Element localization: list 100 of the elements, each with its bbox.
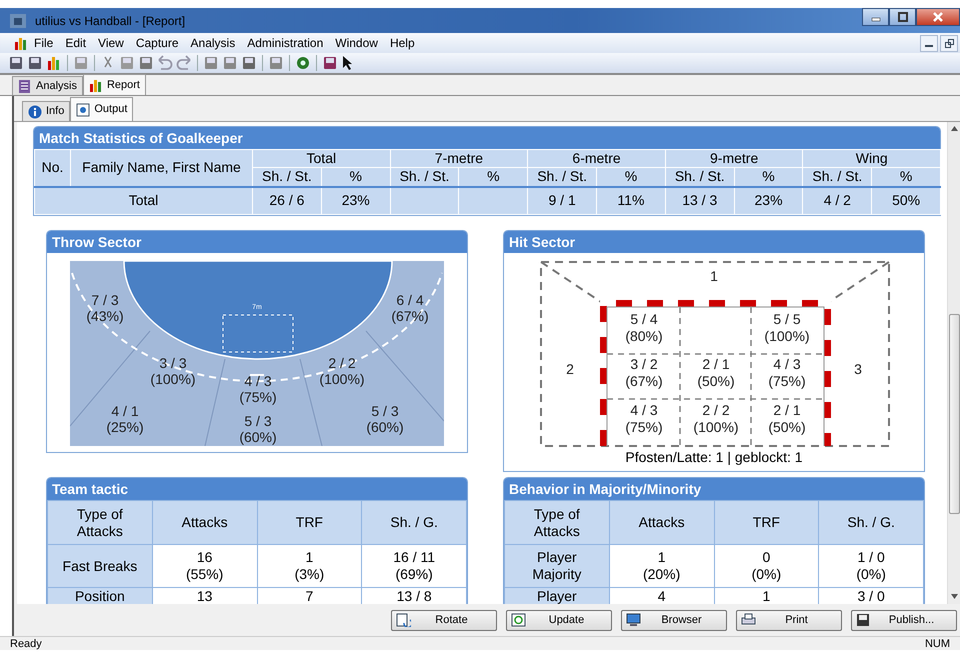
sector-percent: (60%) xyxy=(239,429,277,445)
app-icon xyxy=(10,14,26,28)
save-button[interactable]: Publish... xyxy=(851,610,957,630)
card-title: Hit Sector xyxy=(504,231,924,253)
zone-label: 1 xyxy=(710,268,718,284)
column-header: % xyxy=(458,168,528,186)
column-header: Sh. / St. xyxy=(528,168,597,186)
column-header: Attacks xyxy=(609,500,714,544)
zone-value: 3 / 2 xyxy=(630,356,658,372)
tab[interactable]: Output xyxy=(70,97,134,121)
column-header: TRF xyxy=(257,500,362,544)
rotate-icon xyxy=(396,613,411,627)
zone-value: 2 / 1 xyxy=(702,356,730,372)
sector-value: 5 / 3 xyxy=(371,403,399,419)
table-cell: 1 (3%) xyxy=(257,544,362,588)
menu-item[interactable]: Capture xyxy=(130,34,185,52)
column-header: Sh. / St. xyxy=(252,168,322,186)
menu-item[interactable]: Help xyxy=(384,34,421,52)
document-icon xyxy=(18,80,32,92)
zone-value: 5 / 5 xyxy=(773,311,801,327)
zone-percent: (100%) xyxy=(693,419,739,435)
table-cell: 1 (20%) xyxy=(609,544,714,588)
sector-value: 4 / 1 xyxy=(111,403,139,419)
zone-value: 2 / 2 xyxy=(702,402,730,418)
scroll-down-icon xyxy=(950,594,958,599)
refresh-button[interactable]: Update xyxy=(506,610,612,630)
printer-button[interactable]: Print xyxy=(736,610,842,630)
sector-percent: (100%) xyxy=(319,371,365,387)
printer-icon xyxy=(741,613,756,627)
row-header: Position xyxy=(48,588,152,604)
table-cell: 26 / 6 xyxy=(252,186,322,214)
table-cell: 11% xyxy=(596,186,666,214)
column-header: Sh. / G. xyxy=(362,500,466,544)
column-header: Attacks xyxy=(152,500,257,544)
tab[interactable]: Analysis xyxy=(12,76,83,95)
menu-item[interactable]: File xyxy=(28,34,60,52)
hit-summary: Pfosten/Latte: 1 | geblockt: 1 xyxy=(624,449,804,465)
zone-percent: (50%) xyxy=(768,419,806,435)
column-header: No. xyxy=(34,150,70,186)
tab[interactable]: Info xyxy=(22,101,70,121)
column-header: Sh. / St. xyxy=(665,168,734,186)
rotate-button[interactable]: Rotate xyxy=(391,610,497,630)
chart-icon xyxy=(88,78,103,92)
redo-icon xyxy=(176,55,192,71)
column-header: Sh. / G. xyxy=(818,500,924,544)
sector-percent: (43%) xyxy=(86,308,124,324)
tab[interactable]: Report xyxy=(82,74,146,95)
undo-icon xyxy=(157,55,173,71)
table-cell: 1 / 0 (0%) xyxy=(818,544,924,588)
table-cell xyxy=(458,186,528,214)
scrollbar[interactable] xyxy=(947,122,960,604)
column-header: Sh. / St. xyxy=(390,168,459,186)
card-title: Team tactic xyxy=(47,478,467,500)
minimize-button[interactable] xyxy=(862,8,889,26)
zone-value: 5 / 4 xyxy=(630,311,658,327)
refresh-icon xyxy=(511,613,526,627)
column-header: 6-metre xyxy=(528,150,666,168)
table-cell: Total xyxy=(34,186,252,214)
column-header: Wing xyxy=(802,150,941,168)
row-header: Player xyxy=(504,588,610,604)
menu-item[interactable]: Edit xyxy=(59,34,92,52)
menu-item[interactable]: View xyxy=(92,34,130,52)
maximize-icon xyxy=(896,12,908,22)
column-header: 7-metre xyxy=(390,150,528,168)
column-header: % xyxy=(872,168,941,186)
menu-item[interactable]: Administration xyxy=(241,34,330,52)
save-icon xyxy=(8,55,24,71)
sector-percent: (25%) xyxy=(106,419,144,435)
sector-percent: (75%) xyxy=(239,389,277,405)
close-icon xyxy=(932,12,944,22)
row-header: Fast Breaks xyxy=(48,544,152,588)
monitor-button[interactable]: Browser xyxy=(621,610,727,630)
table-cell xyxy=(390,186,459,214)
status-indicator: NUM xyxy=(924,637,950,650)
sector-percent: (60%) xyxy=(366,419,404,435)
restore-button[interactable] xyxy=(940,34,958,52)
column-header: Total xyxy=(252,150,390,168)
column-header: Type of Attacks xyxy=(504,500,610,544)
zone-percent: (50%) xyxy=(697,373,735,389)
close-button[interactable] xyxy=(916,8,960,26)
maximize-button[interactable] xyxy=(889,8,916,26)
zone-value: 2 / 1 xyxy=(773,402,801,418)
info-icon xyxy=(28,104,42,118)
table-cell: 4 / 2 xyxy=(802,186,872,214)
menu-item[interactable]: Window xyxy=(329,34,384,52)
sector-value: 6 / 4 xyxy=(396,292,424,308)
sector-percent: (67%) xyxy=(391,308,429,324)
zone-percent: (75%) xyxy=(625,419,663,435)
table-cell: 0 (0%) xyxy=(714,544,819,588)
menu-item[interactable]: Analysis xyxy=(184,34,242,52)
sector-value: 3 / 3 xyxy=(159,355,187,371)
column-header: TRF xyxy=(714,500,819,544)
table-cell: 13 / 3 xyxy=(665,186,734,214)
save-icon xyxy=(856,613,871,627)
zone-value: 4 / 3 xyxy=(773,356,801,372)
card-title: Throw Sector xyxy=(47,231,467,253)
column-header: 9-metre xyxy=(665,150,803,168)
status-text: Ready xyxy=(10,637,42,650)
minimize-button[interactable] xyxy=(920,34,938,52)
sector-value: 4 / 3 xyxy=(244,373,272,389)
